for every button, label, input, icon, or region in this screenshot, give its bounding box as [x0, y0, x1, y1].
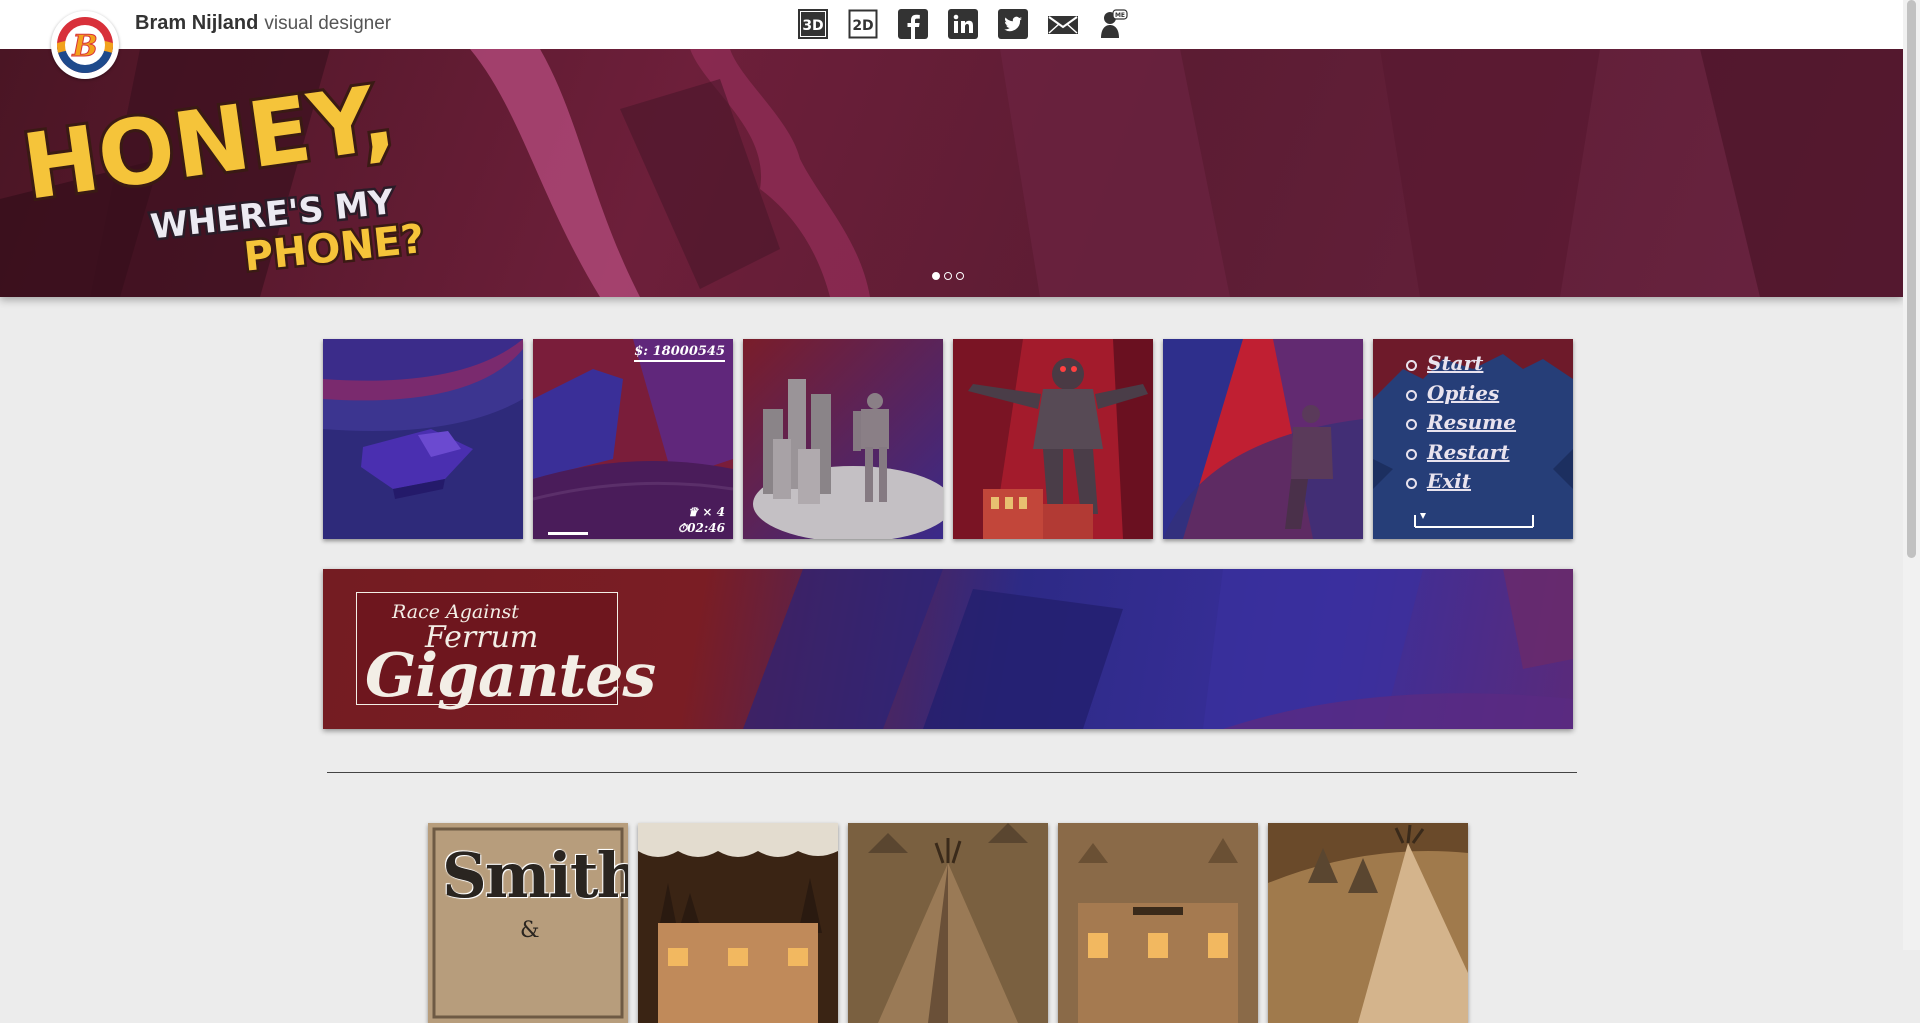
hero-carousel[interactable]: HONEY, WHERE'S MY PHONE?	[0, 49, 1903, 297]
carousel-dot-1[interactable]	[932, 272, 940, 280]
project-banner[interactable]: Race Against Ferrum Gigantes	[323, 569, 1573, 729]
linkedin-icon[interactable]	[947, 8, 979, 40]
game-menu-list: Start Opties Resume Restart Exit	[1405, 349, 1516, 497]
menu-item-opties[interactable]: Opties	[1405, 379, 1516, 409]
thumbnail-hud[interactable]: $: 18000545 ♛ × 4 ⏱02:46	[533, 339, 733, 539]
thumbnail-smith-logo[interactable]: Smith &	[428, 823, 628, 1023]
about-me-icon[interactable]: ME	[1097, 8, 1129, 40]
twitter-icon[interactable]	[997, 8, 1029, 40]
3d-label: 3D	[802, 18, 823, 34]
site-logo[interactable]: B	[51, 11, 119, 79]
menu-item-resume[interactable]: Resume	[1405, 408, 1516, 438]
thumbnail-giant-robot[interactable]	[953, 339, 1153, 539]
about-me-label: ME	[1115, 12, 1125, 19]
project-thumbnails: $: 18000545 ♛ × 4 ⏱02:46 Start Opties Re…	[323, 339, 1573, 539]
hero-game-title: HONEY, WHERE'S MY PHONE?	[14, 64, 429, 274]
designer-name: Bram Nijland	[135, 12, 259, 34]
site-header: Bram Nijland visual designer 3D 2D ME	[0, 0, 1903, 49]
thumbnail-game-menu[interactable]: Start Opties Resume Restart Exit	[1373, 339, 1573, 539]
banner-title-line3: Gigantes	[365, 641, 656, 711]
mail-icon[interactable]	[1047, 8, 1079, 40]
2d-icon[interactable]: 2D	[847, 8, 879, 40]
facebook-icon[interactable]	[897, 8, 929, 40]
clock-icon: ⏱	[677, 521, 688, 535]
smith-ampersand: &	[520, 918, 540, 943]
score-readout: $: 18000545	[634, 344, 725, 362]
designer-role: visual designer	[264, 13, 392, 34]
project-thumbnails-western: Smith &	[428, 823, 1468, 1023]
timer: ⏱02:46	[678, 521, 725, 536]
site-brand[interactable]: Bram Nijland visual designer	[135, 12, 391, 35]
crown-icon: ♛	[687, 505, 699, 519]
thumbnail-teepee[interactable]	[848, 823, 1048, 1023]
thumbnail-car[interactable]	[323, 339, 523, 539]
menu-item-start[interactable]: Start	[1405, 349, 1516, 379]
timer-value: 02:46	[687, 521, 725, 535]
thumbnail-western-building[interactable]	[638, 823, 838, 1023]
banner-title-plate: Race Against Ferrum Gigantes	[356, 592, 656, 711]
carousel-dot-3[interactable]	[956, 272, 964, 280]
carousel-dots	[932, 272, 964, 280]
thumbnail-camp[interactable]	[1268, 823, 1468, 1023]
thumbnail-robot-chase[interactable]	[1163, 339, 1363, 539]
section-divider	[327, 772, 1577, 773]
2d-label: 2D	[852, 18, 873, 34]
lives-value: × 4	[702, 505, 725, 519]
3d-icon[interactable]: 3D	[797, 8, 829, 40]
scrollbar-thumb[interactable]	[1907, 0, 1916, 558]
smith-title: Smith	[442, 839, 628, 912]
lives-counter: ♛ × 4	[687, 505, 725, 519]
carousel-dot-2[interactable]	[944, 272, 952, 280]
menu-item-exit[interactable]: Exit	[1405, 467, 1516, 497]
thumbnail-city-model[interactable]	[743, 339, 943, 539]
social-nav: 3D 2D ME	[797, 8, 1129, 40]
thumbnail-saloon[interactable]	[1058, 823, 1258, 1023]
page-scrollbar[interactable]	[1903, 0, 1920, 950]
menu-item-restart[interactable]: Restart	[1405, 438, 1516, 468]
logo-letter: B	[71, 29, 97, 64]
